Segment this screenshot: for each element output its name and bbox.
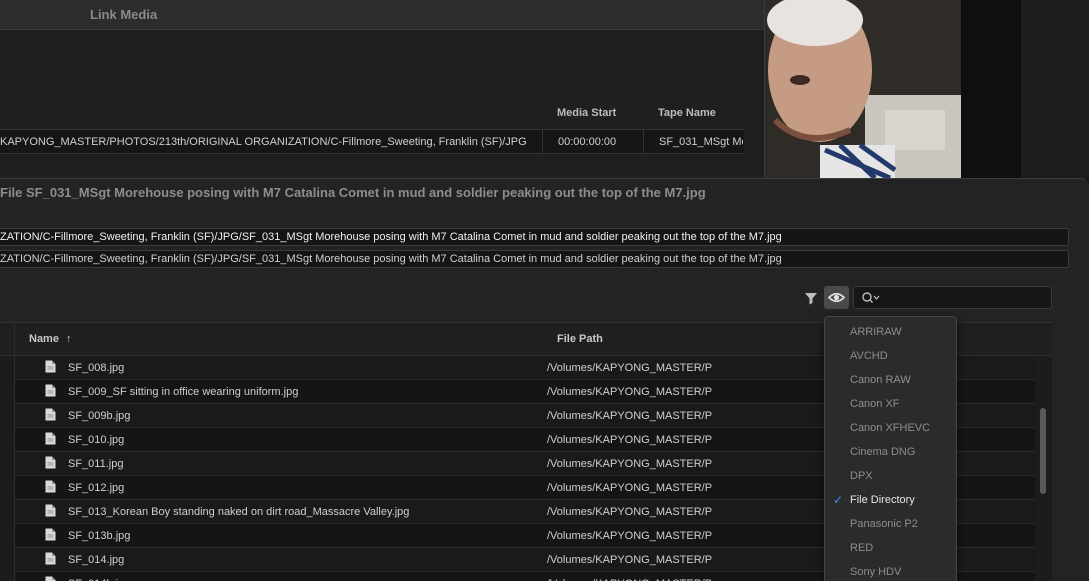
- link-media-row[interactable]: KAPYONG_MASTER/PHOTOS/213th/ORIGINAL ORG…: [0, 129, 744, 154]
- file-name: SF_013_Korean Boy standing naked on dirt…: [68, 506, 410, 518]
- file-icon: [45, 480, 56, 493]
- menu-item-red[interactable]: RED: [850, 542, 873, 554]
- link-media-titlebar[interactable]: Link Media: [0, 0, 764, 30]
- file-path: /Volumes/KAPYONG_MASTER/P: [547, 386, 713, 398]
- file-icon: [45, 552, 56, 565]
- view-type-menu: ARRIRAW AVCHD Canon RAW Canon XF Canon XFHEV…: [824, 316, 957, 581]
- file-name: SF_013b.jpg: [68, 530, 131, 542]
- menu-item-sony-hdv[interactable]: Sony HDV: [850, 566, 901, 578]
- sort-ascending-icon: ↑: [66, 333, 72, 345]
- filter-icon[interactable]: [802, 289, 820, 307]
- file-path: /Volumes/KAPYONG_MASTER/P: [547, 362, 713, 374]
- file-icon: [45, 456, 56, 469]
- file-icon: [45, 576, 56, 581]
- column-name[interactable]: Name ↑: [29, 333, 72, 345]
- menu-item-panasonic-p2[interactable]: Panasonic P2: [850, 518, 918, 530]
- file-path: /Volumes/KAPYONG_MASTER/P: [547, 410, 713, 422]
- video-person-image: [765, 0, 961, 178]
- column-file-path[interactable]: File Path: [557, 333, 603, 345]
- menu-item-canon-xfhevc[interactable]: Canon XFHEVC: [850, 422, 930, 434]
- search-icon: [862, 292, 880, 303]
- media-start-cell: 00:00:00:00: [558, 136, 617, 148]
- file-icon: [45, 360, 56, 373]
- search-input[interactable]: [853, 286, 1052, 309]
- menu-item-avchd[interactable]: AVCHD: [850, 350, 888, 362]
- file-path: /Volumes/KAPYONG_MASTER/P: [547, 458, 713, 470]
- last-path-field[interactable]: ZATION/C-Fillmore_Sweeting, Franklin (SF…: [0, 228, 1069, 246]
- menu-item-dpx[interactable]: DPX: [850, 470, 873, 482]
- file-path: /Volumes/KAPYONG_MASTER/P: [547, 554, 713, 566]
- menu-item-cinema-dng[interactable]: Cinema DNG: [850, 446, 915, 458]
- file-name: SF_008.jpg: [68, 362, 125, 374]
- file-name: SF_012.jpg: [68, 482, 125, 494]
- file-path: /Volumes/KAPYONG_MASTER/P: [547, 434, 713, 446]
- vertical-scrollbar[interactable]: [1036, 356, 1050, 581]
- tape-name-cell: SF_031_MSgt Morehouse: [659, 136, 743, 148]
- eye-icon: [827, 292, 846, 303]
- file-path: /Volumes/KAPYONG_MASTER/P: [547, 482, 713, 494]
- file-icon: [45, 528, 56, 541]
- column-media-start[interactable]: Media Start: [557, 107, 616, 119]
- menu-item-canon-xf[interactable]: Canon XF: [850, 398, 900, 410]
- panel-edge: [1021, 0, 1089, 178]
- video-letterbox: [961, 0, 1021, 178]
- column-divider: [542, 130, 543, 153]
- locate-file-title: File SF_031_MSgt Morehouse posing with M…: [0, 185, 706, 200]
- column-tape-name[interactable]: Tape Name: [658, 107, 716, 119]
- link-media-title: Link Media: [90, 7, 158, 22]
- column-divider: [643, 130, 644, 153]
- link-media-dialog: Link Media Media Start Tape Name KAPYONG…: [0, 0, 765, 190]
- file-name: SF_014.jpg: [68, 554, 125, 566]
- file-path: /Volumes/KAPYONG_MASTER/P: [547, 506, 713, 518]
- menu-item-arriraw[interactable]: ARRIRAW: [850, 326, 902, 338]
- video-preview-frame: [765, 0, 961, 178]
- menu-item-canon-raw[interactable]: Canon RAW: [850, 374, 911, 386]
- media-path-cell: KAPYONG_MASTER/PHOTOS/213th/ORIGINAL ORG…: [0, 136, 527, 148]
- menu-item-file-directory[interactable]: File Directory: [850, 494, 915, 506]
- file-icon: [45, 408, 56, 421]
- checkmark-icon: ✓: [833, 493, 844, 507]
- file-name: SF_011.jpg: [68, 458, 124, 470]
- file-path: /Volumes/KAPYONG_MASTER/P: [547, 530, 713, 542]
- file-name: SF_009_SF sitting in office wearing unif…: [68, 386, 299, 398]
- file-icon: [45, 504, 56, 517]
- selected-path-field[interactable]: ZATION/C-Fillmore_Sweeting, Franklin (SF…: [0, 250, 1069, 268]
- view-toggle-button[interactable]: [824, 286, 849, 309]
- file-name: SF_009b.jpg: [68, 410, 131, 422]
- file-name: SF_010.jpg: [68, 434, 125, 446]
- file-icon: [45, 432, 56, 445]
- scrollbar-thumb[interactable]: [1040, 408, 1046, 494]
- file-icon: [45, 384, 56, 397]
